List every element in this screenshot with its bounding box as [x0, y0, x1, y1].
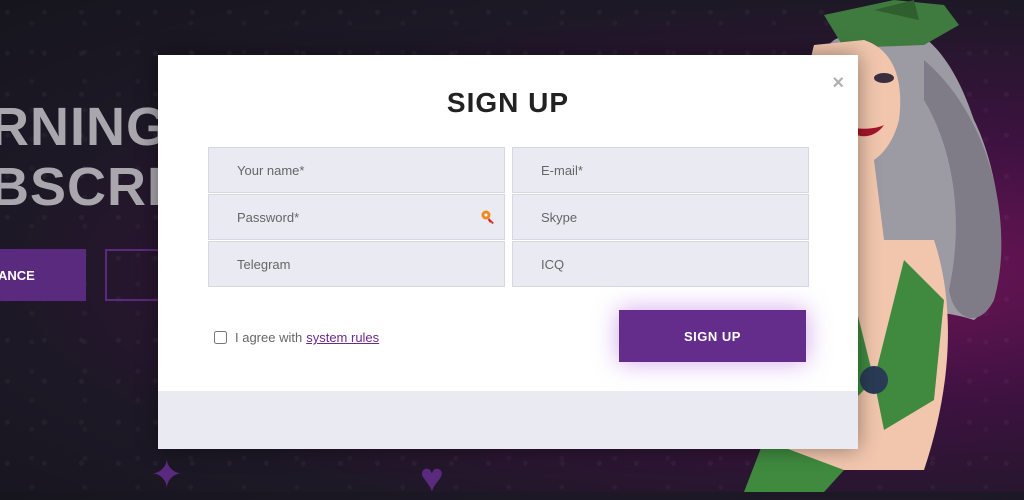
- email-field-wrapper: [512, 147, 809, 193]
- icq-field-wrapper: [512, 241, 809, 287]
- signup-form: [208, 147, 809, 287]
- hero-heading-line-1: RNING: [0, 97, 169, 157]
- agree-text: I agree with: [235, 330, 303, 345]
- hero-primary-button[interactable]: ANCE: [0, 249, 86, 301]
- agree-row: I agree with system rules: [214, 330, 379, 345]
- password-field-wrapper: [208, 194, 505, 240]
- telegram-field-wrapper: [208, 241, 505, 287]
- hero-heading-line-2: BSCRI: [0, 157, 164, 217]
- skype-input[interactable]: [513, 195, 808, 239]
- system-rules-link[interactable]: system rules: [306, 330, 379, 345]
- name-field-wrapper: [208, 147, 505, 193]
- modal-title: SIGN UP: [446, 87, 570, 118]
- password-input[interactable]: [209, 195, 504, 239]
- key-icon[interactable]: [480, 209, 496, 225]
- skype-field-wrapper: [512, 194, 809, 240]
- signup-button[interactable]: SIGN UP: [619, 310, 806, 362]
- telegram-input[interactable]: [209, 242, 504, 286]
- name-input[interactable]: [209, 148, 504, 192]
- decorative-heart-icon: ♥: [420, 456, 444, 500]
- email-input[interactable]: [513, 148, 808, 192]
- agree-checkbox[interactable]: [214, 331, 227, 344]
- signup-modal: × SIGN UP I agree with system r: [158, 55, 858, 449]
- decorative-star-icon: ✦: [150, 453, 184, 497]
- modal-footer: [158, 391, 858, 449]
- hero-primary-button-label: ANCE: [0, 267, 35, 283]
- icq-input[interactable]: [513, 242, 808, 286]
